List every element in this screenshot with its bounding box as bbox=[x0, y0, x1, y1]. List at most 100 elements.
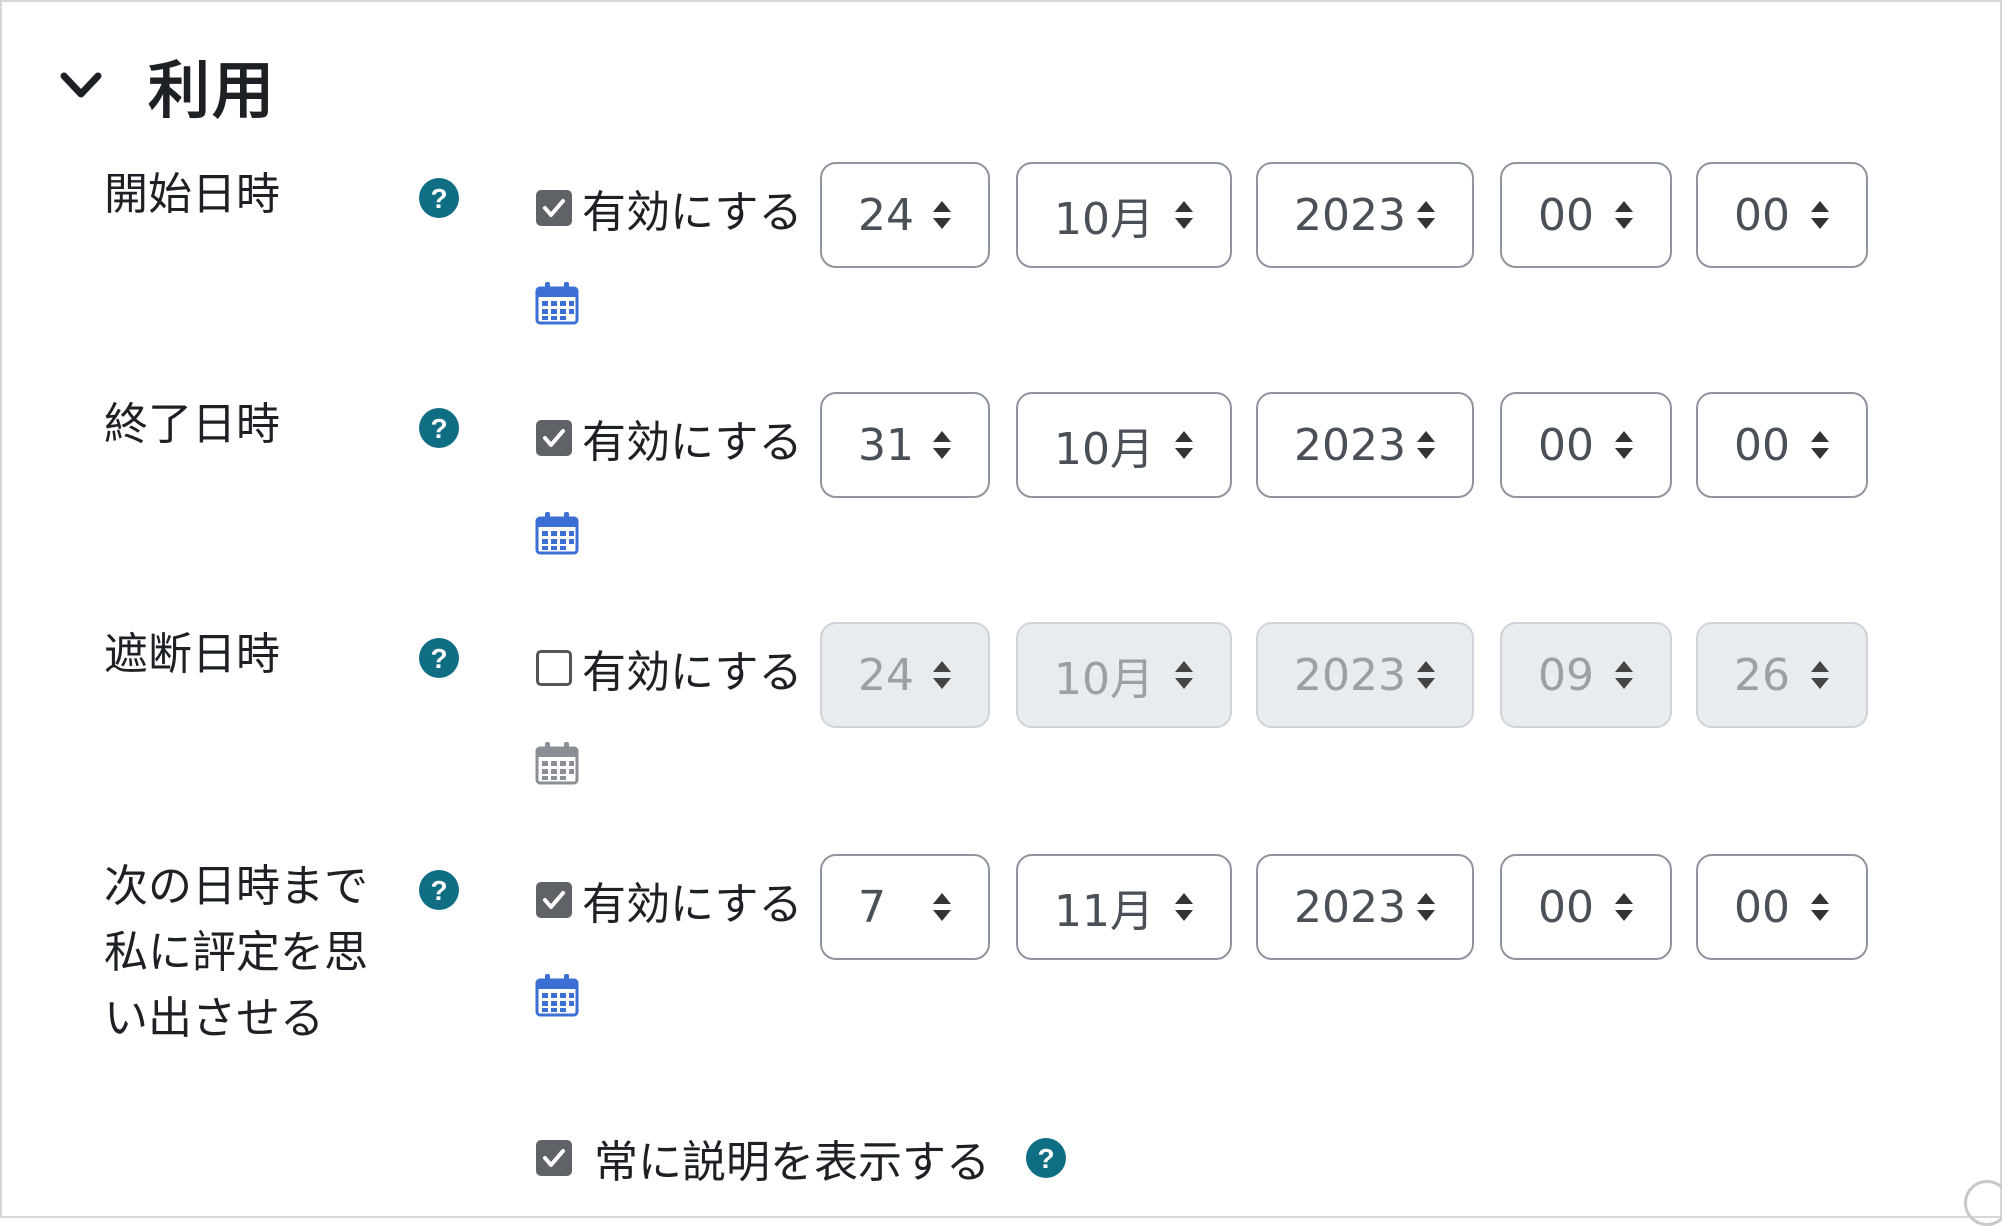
label-line: 開始日時 bbox=[104, 169, 280, 220]
enable-checkbox[interactable] bbox=[536, 882, 572, 918]
hour-select: 09 bbox=[1500, 622, 1672, 728]
chevron-down-icon[interactable] bbox=[54, 58, 108, 112]
select-value: 24 bbox=[858, 189, 914, 241]
month-select[interactable]: 10月 bbox=[1016, 162, 1232, 268]
year-select[interactable]: 2023 bbox=[1256, 854, 1474, 960]
sort-arrows-icon bbox=[933, 661, 951, 689]
field-label-end: 終了日時 bbox=[104, 392, 280, 458]
help-icon[interactable]: ? bbox=[417, 636, 461, 680]
calendar-icon[interactable] bbox=[534, 510, 580, 556]
sort-arrows-icon bbox=[1175, 661, 1193, 689]
sort-arrows-icon bbox=[933, 201, 951, 229]
hour-select[interactable]: 00 bbox=[1500, 392, 1672, 498]
sort-arrows-icon bbox=[1417, 893, 1435, 921]
enable-label: 有効にする bbox=[582, 417, 803, 468]
year-select: 2023 bbox=[1256, 622, 1474, 728]
section-header[interactable]: 利用 bbox=[54, 40, 276, 130]
calendar-icon[interactable] bbox=[534, 972, 580, 1018]
always-show-description-label: 常に説明を表示する bbox=[594, 1137, 990, 1188]
sort-arrows-icon bbox=[1615, 431, 1633, 459]
hour-select[interactable]: 00 bbox=[1500, 162, 1672, 268]
label-line: 私に評定を思 bbox=[104, 927, 368, 978]
select-value: 00 bbox=[1734, 419, 1790, 471]
select-value: 11月 bbox=[1054, 886, 1154, 937]
svg-text:?: ? bbox=[430, 643, 447, 674]
enable-toggle[interactable]: 有効にする bbox=[536, 636, 802, 700]
select-value: 10月 bbox=[1054, 194, 1154, 245]
calendar-icon bbox=[535, 742, 579, 785]
svg-text:?: ? bbox=[430, 183, 447, 214]
select-value: 00 bbox=[1538, 881, 1594, 933]
help-icon[interactable]: ? bbox=[417, 406, 461, 450]
month-select[interactable]: 10月 bbox=[1016, 392, 1232, 498]
select-value: 2023 bbox=[1294, 649, 1406, 701]
svg-text:?: ? bbox=[430, 413, 447, 444]
sort-arrows-icon bbox=[1811, 661, 1829, 689]
select-value: 00 bbox=[1734, 881, 1790, 933]
help-icon[interactable]: ? bbox=[417, 868, 461, 912]
year-select[interactable]: 2023 bbox=[1256, 162, 1474, 268]
enable-toggle[interactable]: 有効にする bbox=[536, 176, 802, 240]
select-value: 24 bbox=[858, 649, 914, 701]
label-line: 遮断日時 bbox=[104, 629, 280, 680]
always-show-description-checkbox[interactable] bbox=[536, 1140, 572, 1176]
sort-arrows-icon bbox=[1417, 661, 1435, 689]
minute-select[interactable]: 00 bbox=[1696, 392, 1868, 498]
year-select[interactable]: 2023 bbox=[1256, 392, 1474, 498]
select-value: 00 bbox=[1538, 189, 1594, 241]
enable-toggle[interactable]: 有効にする bbox=[536, 406, 802, 470]
form-section-availability: 利用 開始日時 ? 有効にする 24 10月 2023 00 00 終了日時 ?… bbox=[0, 0, 2002, 1226]
minute-select[interactable]: 00 bbox=[1696, 854, 1868, 960]
select-value: 10月 bbox=[1054, 424, 1154, 475]
minute-select[interactable]: 00 bbox=[1696, 162, 1868, 268]
select-value: 00 bbox=[1734, 189, 1790, 241]
month-select[interactable]: 11月 bbox=[1016, 854, 1232, 960]
enable-checkbox[interactable] bbox=[536, 650, 572, 686]
sort-arrows-icon bbox=[1417, 201, 1435, 229]
sort-arrows-icon bbox=[1811, 431, 1829, 459]
day-select[interactable]: 31 bbox=[820, 392, 990, 498]
checkmark-icon bbox=[543, 429, 565, 447]
enable-label: 有効にする bbox=[582, 879, 803, 930]
field-label-grading-due: 次の日時まで 私に評定を思 い出させる bbox=[104, 854, 368, 1052]
label-line: 終了日時 bbox=[104, 399, 280, 450]
sort-arrows-icon bbox=[1175, 893, 1193, 921]
enable-label: 有効にする bbox=[582, 647, 803, 698]
svg-text:?: ? bbox=[430, 875, 447, 906]
help-icon[interactable]: ? bbox=[417, 176, 461, 220]
checkmark-icon bbox=[543, 199, 565, 217]
section-title: 利用 bbox=[148, 54, 277, 127]
select-value: 7 bbox=[858, 881, 886, 933]
checkmark-icon bbox=[543, 891, 565, 909]
enable-label: 有効にする bbox=[582, 187, 803, 238]
sort-arrows-icon bbox=[1175, 201, 1193, 229]
month-select: 10月 bbox=[1016, 622, 1232, 728]
always-show-description[interactable]: 常に説明を表示する ? bbox=[536, 1126, 1068, 1190]
sort-arrows-icon bbox=[933, 431, 951, 459]
resize-handle bbox=[1964, 1180, 2002, 1226]
sort-arrows-icon bbox=[1615, 661, 1633, 689]
sort-arrows-icon bbox=[1615, 201, 1633, 229]
select-value: 09 bbox=[1538, 649, 1594, 701]
field-label-cutoff: 遮断日時 bbox=[104, 622, 280, 688]
checkmark-icon bbox=[543, 1149, 565, 1167]
day-select: 24 bbox=[820, 622, 990, 728]
svg-text:?: ? bbox=[1037, 1143, 1054, 1174]
day-select[interactable]: 24 bbox=[820, 162, 990, 268]
select-value: 00 bbox=[1538, 419, 1594, 471]
hour-select[interactable]: 00 bbox=[1500, 854, 1672, 960]
select-value: 2023 bbox=[1294, 419, 1406, 471]
sort-arrows-icon bbox=[1811, 893, 1829, 921]
help-icon[interactable]: ? bbox=[1024, 1136, 1068, 1180]
select-value: 10月 bbox=[1054, 654, 1154, 705]
sort-arrows-icon bbox=[1175, 431, 1193, 459]
sort-arrows-icon bbox=[1811, 201, 1829, 229]
day-select[interactable]: 7 bbox=[820, 854, 990, 960]
enable-checkbox[interactable] bbox=[536, 420, 572, 456]
label-line: い出させる bbox=[104, 993, 324, 1044]
select-value: 31 bbox=[858, 419, 914, 471]
calendar-icon[interactable] bbox=[534, 280, 580, 326]
field-label-start: 開始日時 bbox=[104, 162, 280, 228]
enable-toggle[interactable]: 有効にする bbox=[536, 868, 802, 932]
enable-checkbox[interactable] bbox=[536, 190, 572, 226]
